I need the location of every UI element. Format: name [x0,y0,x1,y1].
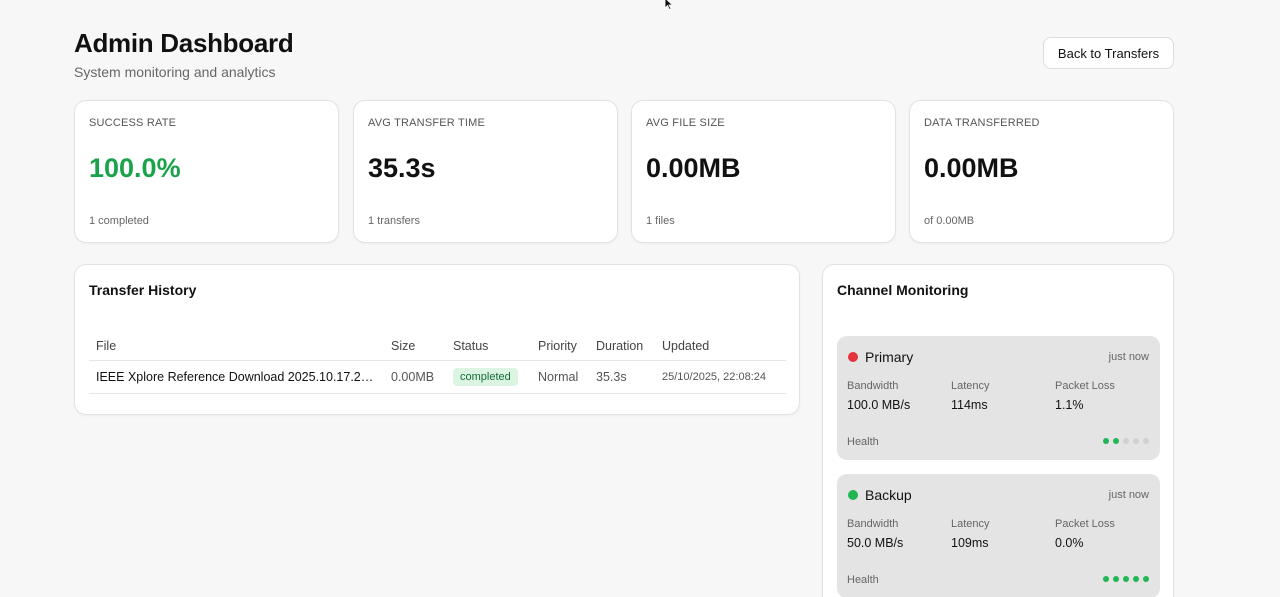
channel-card-backup: Backup just now Bandwidth Latency Packet… [837,474,1160,597]
health-dot [1133,576,1139,582]
column-header-size: Size [384,337,446,361]
stat-sub: 1 files [646,215,675,227]
health-dot [1103,438,1109,444]
transfer-history-table: File Size Status Priority Duration Updat… [89,337,786,394]
packet-loss-value: 1.1% [1055,398,1084,412]
channel-status-dot [848,352,858,362]
page-title: Admin Dashboard [74,28,294,58]
cell-file: IEEE Xplore Reference Download 2025.10.1… [89,360,384,394]
health-indicator [1103,576,1149,582]
table-row[interactable]: IEEE Xplore Reference Download 2025.10.1… [89,360,786,394]
column-header-priority: Priority [531,337,589,361]
health-label: Health [847,574,879,586]
stat-value: 100.0% [89,153,181,183]
channel-status-dot [848,490,858,500]
column-header-updated: Updated [655,337,786,361]
health-dot [1113,576,1119,582]
stat-label: AVG FILE SIZE [646,117,725,129]
stat-value: 0.00MB [924,153,1019,183]
packet-loss-label: Packet Loss [1055,380,1115,392]
health-dot [1123,438,1129,444]
transfer-history-title: Transfer History [89,282,197,298]
latency-value: 109ms [951,536,989,550]
health-dot [1133,438,1139,444]
bandwidth-label: Bandwidth [847,380,899,392]
channel-name: Primary [865,349,914,365]
health-indicator [1103,438,1149,444]
channel-updated-time: just now [1108,351,1149,363]
health-dot [1103,576,1109,582]
cell-duration: 35.3s [589,360,655,394]
health-label: Health [847,436,879,448]
channel-name: Backup [865,487,912,503]
latency-value: 114ms [951,398,988,412]
channel-card-primary: Primary just now Bandwidth Latency Packe… [837,336,1160,460]
stat-card-data-transferred: DATA TRANSFERRED 0.00MB of 0.00MB [909,100,1174,243]
bandwidth-value: 50.0 MB/s [847,536,904,550]
cell-priority: Normal [531,360,589,394]
page-subtitle: System monitoring and analytics [74,64,276,80]
stat-label: DATA TRANSFERRED [924,117,1040,129]
stat-card-success-rate: SUCCESS RATE 100.0% 1 completed [74,100,339,243]
stat-card-avg-transfer-time: AVG TRANSFER TIME 35.3s 1 transfers [353,100,618,243]
bandwidth-value: 100.0 MB/s [847,398,911,412]
health-dot [1113,438,1119,444]
stat-sub: 1 completed [89,215,149,227]
column-header-file: File [89,337,384,361]
stat-value: 35.3s [368,153,436,183]
packet-loss-label: Packet Loss [1055,518,1115,530]
channel-monitoring-panel: Channel Monitoring Primary just now Band… [822,264,1174,597]
cell-status: completed [446,360,531,394]
stat-sub: 1 transfers [368,215,420,227]
stat-label: AVG TRANSFER TIME [368,117,486,129]
cell-size: 0.00MB [384,360,446,394]
stat-card-avg-file-size: AVG FILE SIZE 0.00MB 1 files [631,100,896,243]
latency-label: Latency [951,380,990,392]
bandwidth-label: Bandwidth [847,518,899,530]
page-header: Admin Dashboard System monitoring and an… [74,28,294,80]
mouse-cursor-icon [664,0,674,10]
table-header-row: File Size Status Priority Duration Updat… [89,337,786,361]
status-badge: completed [453,367,518,386]
column-header-duration: Duration [589,337,655,361]
health-dot [1123,576,1129,582]
stat-label: SUCCESS RATE [89,117,177,129]
stat-sub: of 0.00MB [924,215,975,227]
health-dot [1143,576,1149,582]
latency-label: Latency [951,518,990,530]
packet-loss-value: 0.0% [1055,536,1084,550]
transfer-history-panel: Transfer History File Size Status Priori… [74,264,800,415]
channel-monitoring-title: Channel Monitoring [837,282,969,298]
health-dot [1143,438,1149,444]
column-header-status: Status [446,337,531,361]
channel-updated-time: just now [1108,489,1149,501]
stat-value: 0.00MB [646,153,741,183]
back-to-transfers-button[interactable]: Back to Transfers [1043,37,1174,69]
cell-updated: 25/10/2025, 22:08:24 [655,360,786,394]
